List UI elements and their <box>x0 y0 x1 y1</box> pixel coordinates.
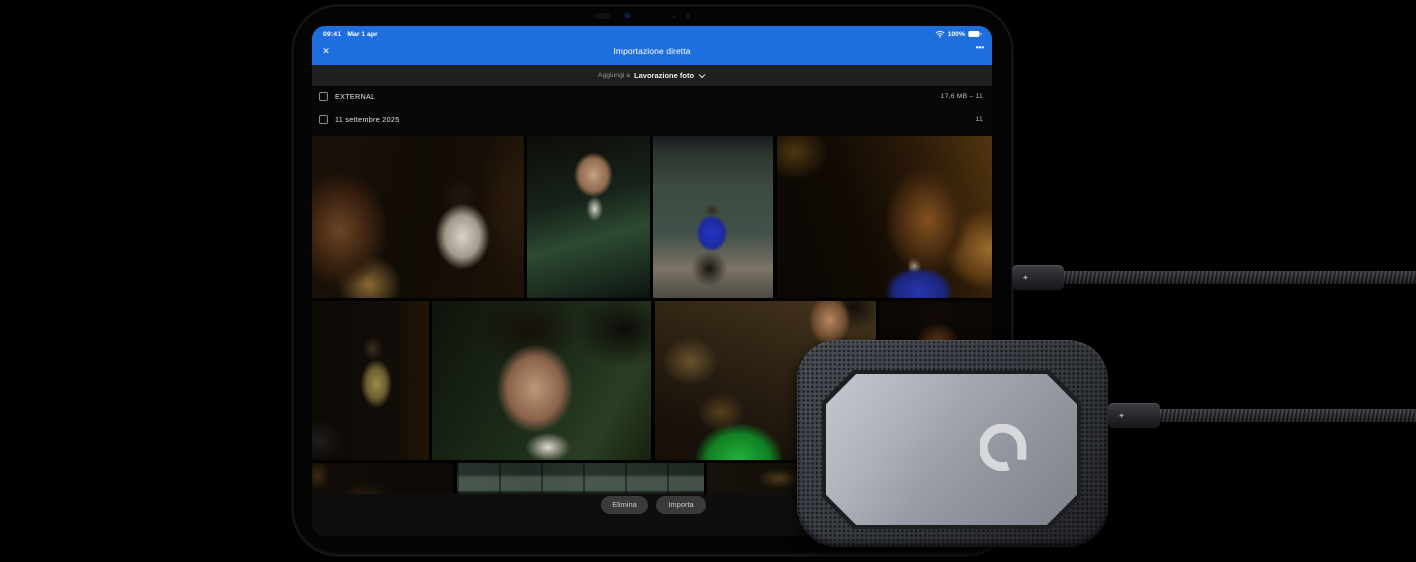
group-row-external[interactable]: EXTERNAL 17,6 MB – 11 <box>319 89 983 104</box>
checkbox-external[interactable] <box>319 92 328 101</box>
add-to-label: Aggiungi a <box>598 72 630 79</box>
group-label: 11 settembre 2025 <box>335 115 400 124</box>
status-date: Mar 1 apr <box>347 31 377 38</box>
add-to-album-bar[interactable]: Aggiungi a Lavorazione foto <box>312 65 992 86</box>
photo-tile[interactable] <box>432 301 651 460</box>
group-meta: 11 <box>976 116 983 123</box>
app-header: 09:41 Mar 1 apr 100% <box>312 26 992 65</box>
battery-percent: 100% <box>948 31 965 38</box>
thunderbolt-icon <box>1021 273 1030 282</box>
status-time: 09:41 <box>323 31 341 38</box>
usb-cable-to-ipad <box>1060 271 1416 284</box>
photo-tile[interactable] <box>527 136 650 298</box>
group-label: EXTERNAL <box>335 92 375 101</box>
album-name: Lavorazione foto <box>634 71 694 80</box>
photo-tile[interactable] <box>457 463 704 494</box>
group-row-date[interactable]: 11 settembre 2025 11 <box>319 112 983 127</box>
import-button[interactable]: Importa <box>656 496 706 514</box>
photo-tile[interactable] <box>312 301 429 460</box>
group-meta: 17,6 MB – 11 <box>941 93 983 100</box>
status-right-cluster: 100% <box>935 30 982 38</box>
more-options-icon[interactable]: ••• <box>976 43 984 52</box>
photo-tile[interactable] <box>777 136 992 298</box>
photo-tile[interactable] <box>653 136 773 298</box>
checkbox-date[interactable] <box>319 115 328 124</box>
external-ssd-drive <box>797 340 1108 547</box>
usb-cable-to-ssd <box>1156 409 1416 422</box>
photo-tile[interactable] <box>312 136 524 298</box>
page-background: 09:41 Mar 1 apr 100% <box>0 0 1416 562</box>
usb-connector-ipad <box>1012 265 1064 290</box>
page-title: Importazione diretta <box>312 39 992 65</box>
delete-button[interactable]: Elimina <box>601 496 648 514</box>
photo-tile[interactable] <box>312 463 453 494</box>
wifi-icon <box>935 30 945 38</box>
thunderbolt-icon <box>1117 411 1126 420</box>
title-bar: ✕ Importazione diretta ••• <box>312 39 992 65</box>
chevron-down-icon <box>698 73 706 79</box>
ambient-sensor-icon <box>673 15 676 18</box>
front-camera-icon <box>625 13 630 18</box>
usb-connector-ssd <box>1108 403 1160 428</box>
battery-icon <box>968 30 982 38</box>
ssd-plate-rim <box>822 370 1081 529</box>
g-drive-logo-icon <box>980 424 1027 471</box>
ssd-metal-plate <box>826 374 1077 525</box>
front-sensor-pill <box>595 13 611 19</box>
front-camera-2-icon <box>685 13 691 19</box>
